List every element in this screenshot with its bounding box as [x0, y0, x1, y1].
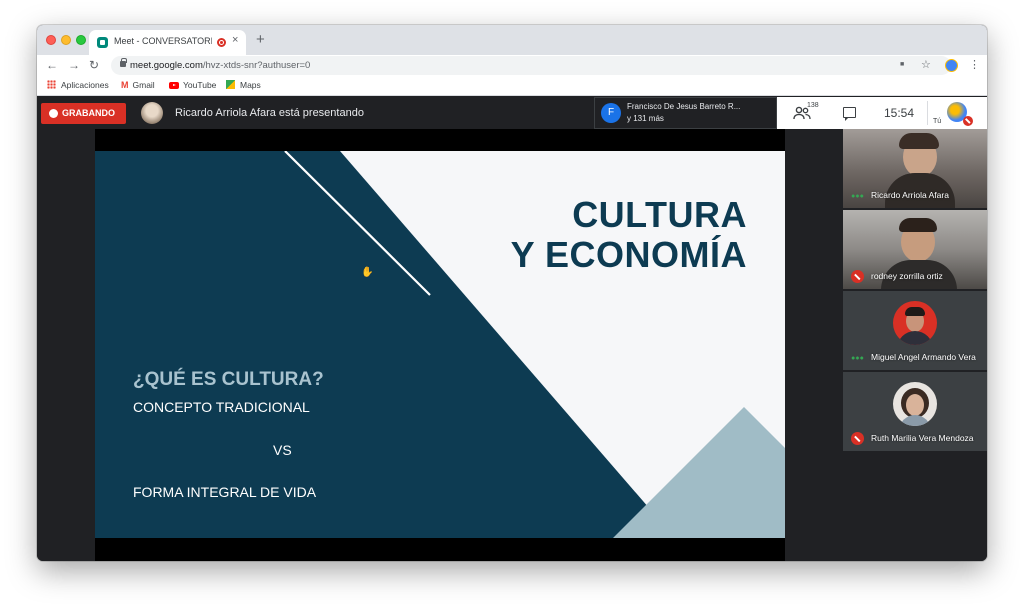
chat-icon[interactable] — [843, 107, 856, 121]
bookmarks-bar: Aplicaciones M Gmail YouTube Maps — [37, 76, 987, 96]
profile-avatar[interactable] — [945, 59, 958, 72]
participant-name: Miguel Angel Armando Vera — [871, 352, 976, 362]
star-icon[interactable]: ☆ — [921, 58, 931, 71]
camera-icon[interactable]: ■ — [900, 61, 904, 68]
avatar-body — [897, 331, 933, 345]
back-button[interactable]: ← — [46, 58, 58, 72]
bookmark-apps[interactable]: Aplicaciones — [47, 80, 109, 90]
participant-tile[interactable]: Ruth Marilia Vera Mendoza — [843, 372, 987, 451]
mic-off-icon — [851, 270, 864, 283]
participant-tile[interactable]: rodney zorrilla ortiz — [843, 210, 987, 289]
slide-title-line: CULTURA — [572, 194, 747, 235]
bookmark-label: YouTube — [183, 80, 217, 90]
speaking-icon — [851, 194, 864, 198]
participant-name: rodney zorrilla ortiz — [871, 271, 943, 281]
bookmark-label: Maps — [240, 80, 261, 90]
apps-grid-icon — [47, 80, 56, 89]
mic-off-icon — [851, 432, 864, 445]
browser-toolbar: ← → ↻ meet.google.com/hvz-xtds-snr?authu… — [37, 55, 987, 76]
slide-vs: VS — [273, 442, 292, 458]
recording-badge: GRABANDO — [41, 103, 126, 124]
participant-avatar — [893, 382, 937, 426]
participant-hair — [899, 218, 937, 232]
self-label: Tú — [933, 118, 942, 125]
forward-button[interactable]: → — [68, 58, 80, 72]
address-bar[interactable]: meet.google.com/hvz-xtds-snr?authuser=0 … — [111, 56, 951, 75]
avatar-face — [906, 394, 924, 416]
avatar-hair — [905, 307, 925, 316]
participant-name: Ricardo Arriola Afara — [871, 190, 949, 200]
meeting-controls: 138 15:54 Tú — [777, 97, 987, 129]
url-host: meet.google.com — [130, 60, 203, 71]
minimize-window-button[interactable] — [61, 35, 71, 45]
notification-name: Francisco De Jesus Barreto R... — [627, 102, 741, 111]
title-bar: Meet - CONVERSATORIOS × + — [37, 25, 987, 55]
lock-icon — [120, 58, 127, 67]
slide-title: CULTURA Y ECONOMÍA — [511, 195, 747, 274]
divider — [927, 101, 928, 125]
participants-sidebar: Ricardo Arriola Afara rodney zorrilla or… — [843, 129, 987, 453]
url-text: meet.google.com/hvz-xtds-snr?authuser=0 — [130, 60, 310, 71]
bookmark-label: Gmail — [132, 80, 155, 90]
avatar-body — [899, 415, 931, 426]
browser-window: Meet - CONVERSATORIOS × + ← → ↻ meet.goo… — [37, 25, 987, 561]
participant-tile[interactable]: Ricardo Arriola Afara — [843, 129, 987, 208]
url-path: /hvz-xtds-snr?authuser=0 — [202, 60, 311, 71]
youtube-icon — [169, 82, 179, 89]
join-notification[interactable]: F Francisco De Jesus Barreto R... y 131 … — [594, 97, 777, 129]
speaking-icon — [851, 356, 864, 360]
participant-name: Ruth Marilia Vera Mendoza — [871, 433, 974, 443]
browser-tab[interactable]: Meet - CONVERSATORIOS × — [89, 30, 246, 55]
recording-label: GRABANDO — [62, 108, 115, 118]
maps-icon — [226, 80, 235, 89]
close-window-button[interactable] — [46, 35, 56, 45]
bookmark-gmail[interactable]: M Gmail — [121, 80, 155, 90]
menu-icon[interactable]: ⋮ — [969, 58, 980, 71]
slide-light-triangle — [613, 407, 785, 538]
presenting-status: Ricardo Arriola Afara está presentando — [175, 107, 364, 119]
meet-app: GRABANDO Ricardo Arriola Afara está pres… — [37, 97, 987, 561]
participant-tile[interactable]: Miguel Angel Armando Vera — [843, 291, 987, 370]
presenter-avatar — [141, 102, 163, 124]
notification-more: y 131 más — [627, 114, 664, 123]
slide-concept: CONCEPTO TRADICIONAL — [133, 399, 310, 415]
slide-title-line: Y ECONOMÍA — [510, 233, 747, 275]
bookmark-label: Aplicaciones — [61, 80, 109, 90]
meeting-clock: 15:54 — [884, 106, 915, 120]
meet-favicon-icon — [97, 37, 108, 48]
reload-button[interactable]: ↻ — [89, 58, 99, 72]
bookmark-youtube[interactable]: YouTube — [169, 80, 216, 90]
participant-avatar — [893, 301, 937, 345]
mic-off-icon — [963, 116, 973, 126]
hand-cursor-icon: ✋ — [361, 267, 374, 278]
tab-title: Meet - CONVERSATORIOS — [114, 36, 212, 46]
presentation-slide: CULTURA Y ECONOMÍA ¿QUÉ ES CULTURA? CONC… — [95, 151, 785, 538]
bookmark-maps[interactable]: Maps — [226, 80, 261, 90]
notification-avatar: F — [601, 103, 621, 123]
tab-close-icon[interactable]: × — [232, 34, 238, 46]
people-count: 138 — [807, 102, 819, 109]
slide-question: ¿QUÉ ES CULTURA? — [133, 369, 324, 390]
presentation-stage: CULTURA Y ECONOMÍA ¿QUÉ ES CULTURA? CONC… — [95, 129, 785, 561]
meet-top-bar: GRABANDO Ricardo Arriola Afara está pres… — [37, 97, 987, 129]
participant-hair — [899, 133, 939, 149]
maximize-window-button[interactable] — [76, 35, 86, 45]
gmail-icon: M — [121, 80, 129, 90]
new-tab-button[interactable]: + — [256, 31, 265, 48]
record-dot-icon — [49, 109, 58, 118]
slide-integral: FORMA INTEGRAL DE VIDA — [133, 484, 317, 500]
recording-indicator-icon — [217, 38, 226, 47]
